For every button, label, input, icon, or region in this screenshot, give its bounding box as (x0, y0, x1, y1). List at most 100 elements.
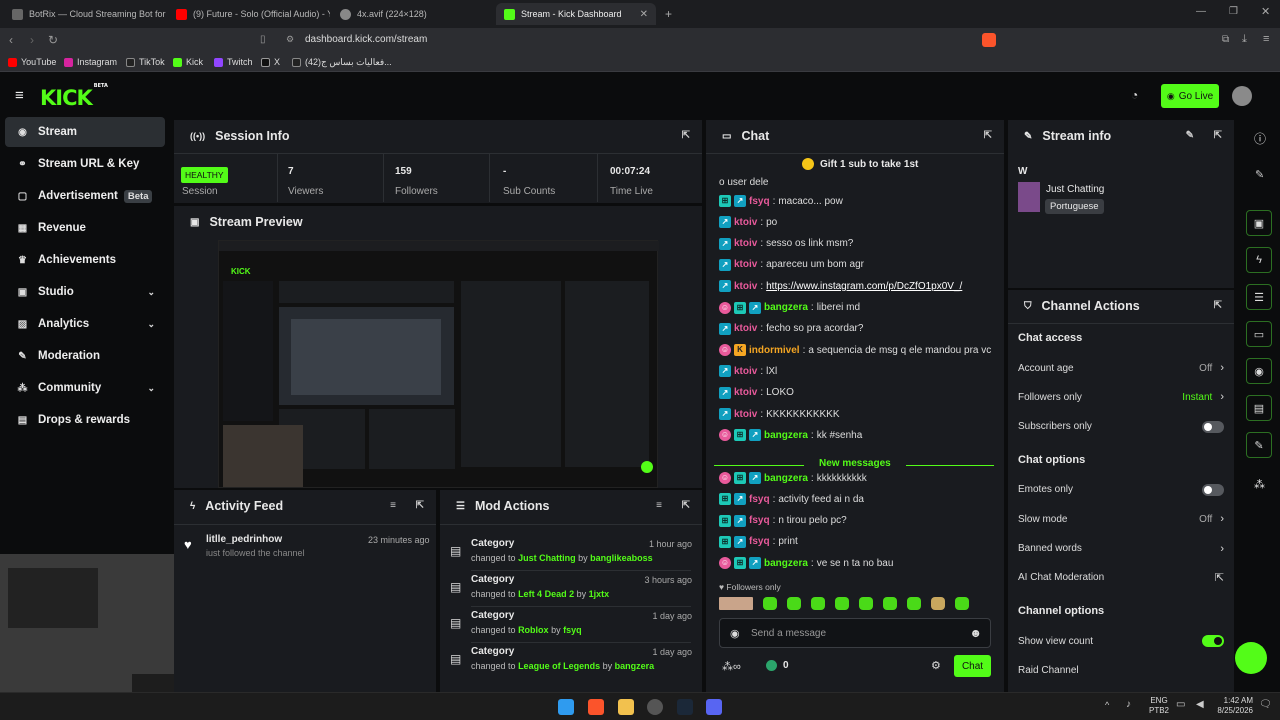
chat-username[interactable]: ktoiv (734, 409, 757, 420)
gift-sub-banner[interactable]: Gift 1 sub to take 1st (802, 158, 918, 170)
sidebar-item-community[interactable]: ⁂ Community ⌄ (5, 373, 165, 403)
notification-center-icon[interactable]: 🗨 (1259, 699, 1272, 710)
chat-username[interactable]: ktoiv (734, 238, 757, 249)
sidebar-item-studio[interactable]: ▣ Studio ⌄ (5, 277, 165, 307)
popout-icon[interactable]: ⇱ (416, 500, 424, 511)
site-info-icon[interactable]: ⚙ (286, 34, 294, 45)
category-name[interactable]: Just Chatting (1046, 184, 1104, 195)
bookmark-instagram[interactable]: Instagram (64, 57, 117, 67)
chat-username[interactable]: ktoiv (734, 217, 757, 228)
mic-icon[interactable]: ♪ (1126, 699, 1131, 710)
emote-icon[interactable] (883, 597, 897, 610)
emote-icon[interactable] (787, 597, 801, 610)
edit-icon[interactable]: ✎ (1255, 168, 1264, 181)
wrench-toggle-icon[interactable]: ✎ (1246, 432, 1272, 458)
bookmark-twitch[interactable]: Twitch (214, 57, 253, 67)
filter-icon[interactable]: ≡ (390, 500, 396, 511)
obs-icon[interactable] (647, 699, 663, 715)
filter-icon[interactable]: ≡ (656, 500, 662, 511)
chat-message[interactable]: ↗ ktoiv: po (719, 216, 777, 229)
bookmark-youtube[interactable]: YouTube (8, 57, 56, 67)
mod-toggle-icon[interactable]: ▤ (1246, 395, 1272, 421)
discord-icon[interactable] (706, 699, 722, 715)
tray-chevron-icon[interactable]: ^ (1105, 700, 1109, 710)
network-icon[interactable]: ▭ (1176, 699, 1185, 710)
setting-raid-channel[interactable]: Raid Channel (1018, 662, 1224, 678)
chat-message[interactable]: ☺ ⊞ ↗ bangzera: liberei md (719, 301, 860, 314)
sidebar-item-advertisement[interactable]: ▢ Advertisement Beta (5, 181, 165, 211)
setting-followers-only[interactable]: Followers only Instant › (1018, 389, 1224, 405)
notifications-icon[interactable]: ◔ (1131, 88, 1138, 102)
chat-message[interactable]: ☺ ⊞ ↗ bangzera: kk #senha (719, 429, 862, 442)
chat-message[interactable]: ↗ ktoiv: https://www.instagram.com/p/DcZf… (719, 280, 962, 293)
chat-input[interactable]: ◉ Send a message ☻ (719, 618, 991, 648)
bookmark-tiktok-live[interactable]: (42)فعاليات بساس ج... (292, 57, 392, 68)
bookmark-icon[interactable]: ▯ (260, 34, 266, 45)
chat-username[interactable]: fsyq (749, 196, 770, 207)
chat-username[interactable]: ktoiv (734, 281, 757, 292)
bookmark-kick[interactable]: Kick (173, 57, 203, 67)
chat-message[interactable]: ☺ Kindormivel: a sequencia de msg q ele m… (719, 344, 991, 357)
chat-username[interactable]: bangzera (764, 558, 808, 569)
chat-message[interactable]: ↗ ktoiv: fecho so pra acordar? (719, 322, 863, 335)
extensions-icon[interactable]: ⧉ (1222, 34, 1229, 45)
menu-icon[interactable]: ≡ (1263, 33, 1269, 45)
chat-message[interactable]: ☺ ⊞ ↗ bangzera: ve se n ta no bau (719, 557, 893, 570)
back-icon[interactable]: ‹ (9, 33, 13, 47)
setting-show-view-count[interactable]: Show view count (1018, 633, 1224, 649)
new-tab-icon[interactable]: + (665, 7, 672, 21)
chat-message[interactable]: ↗ ktoiv: sesso os link msm? (719, 237, 853, 250)
list-toggle-icon[interactable]: ☰ (1246, 284, 1272, 310)
setting-emotes-only[interactable]: Emotes only (1018, 482, 1224, 498)
setting-banned-words[interactable]: Banned words › (1018, 541, 1224, 557)
forward-icon[interactable]: › (30, 33, 34, 47)
popout-icon[interactable]: ⇱ (682, 500, 690, 511)
chat-username[interactable]: ktoiv (734, 323, 757, 334)
url-input[interactable]: dashboard.kick.com/stream (305, 34, 427, 45)
chat-message[interactable]: ↗ ktoiv: lXl (719, 365, 777, 378)
chat-message[interactable]: ⊞ ↗ fsyq: activity feed ai n da (719, 493, 864, 506)
sidebar-item-achievements[interactable]: ♛ Achievements (5, 245, 165, 275)
hamburger-menu-icon[interactable]: ≡ (15, 87, 24, 104)
chat-message[interactable]: ↗ ktoiv: LOKO (719, 386, 794, 399)
chat-username[interactable]: bangzera (764, 302, 808, 313)
lightning-toggle-icon[interactable]: ϟ (1246, 247, 1272, 273)
go-live-button[interactable]: ◉ Go Live (1161, 84, 1219, 108)
floating-action-button[interactable] (1235, 642, 1267, 674)
popout-icon[interactable]: ⇱ (984, 130, 992, 141)
chat-username[interactable]: bangzera (764, 473, 808, 484)
chat-message[interactable]: ⊞ ↗ fsyq: n tirou pelo pc? (719, 514, 847, 527)
avatar[interactable] (1232, 86, 1252, 106)
chat-message[interactable]: ↗ ktoiv: apareceu um bom agr (719, 258, 864, 271)
preview-toggle-icon[interactable]: ▣ (1246, 210, 1272, 236)
community-icon[interactable]: ⁂ (1254, 478, 1265, 491)
clock[interactable]: 1:42 AM 8/25/2026 (1213, 696, 1253, 716)
popout-icon[interactable]: ⇱ (1214, 300, 1222, 311)
chat-username[interactable]: indormivel (749, 345, 800, 356)
popout-icon[interactable]: ⇱ (682, 130, 690, 141)
download-icon[interactable]: ⤓ (1242, 33, 1247, 46)
chat-message[interactable]: ⊞ ↗ fsyq: macaco... pow (719, 195, 843, 207)
setting-account-age[interactable]: Account age Off › (1018, 360, 1224, 376)
sidebar-item-stream-url-key[interactable]: ⚭ Stream URL & Key (5, 149, 165, 179)
toggle-switch[interactable] (1202, 420, 1224, 433)
loyalty-points-icon[interactable]: ⁂∞ (722, 660, 741, 673)
kick-logo[interactable]: KICK BETA (40, 83, 108, 110)
chat-message[interactable]: ☺ ⊞ ↗ bangzera: kkkkkkkkkk (719, 472, 867, 484)
toggle-switch[interactable] (1202, 635, 1224, 648)
chat-username[interactable]: fsyq (749, 494, 770, 505)
chat-message[interactable]: ⊞ ↗ fsyq: print (719, 535, 798, 548)
close-window-icon[interactable]: ✕ (1261, 5, 1270, 18)
toggle-switch[interactable] (1202, 483, 1224, 496)
sidebar-item-stream[interactable]: ◉ Stream (5, 117, 165, 147)
emote-icon[interactable] (719, 597, 753, 610)
bookmark-x[interactable]: X (261, 57, 280, 67)
close-tab-icon[interactable]: ✕ (640, 9, 648, 20)
chat-username[interactable]: ktoiv (734, 366, 757, 377)
sidebar-item-moderation[interactable]: ✎ Moderation (5, 341, 165, 371)
setting-ai-chat-moderation[interactable]: AI Chat Moderation ⇱ (1018, 570, 1224, 586)
new-messages-divider[interactable]: New messages (714, 458, 994, 472)
reload-icon[interactable]: ↻ (48, 33, 58, 47)
stream-preview-video[interactable]: KICK (218, 240, 659, 488)
chat-username[interactable]: fsyq (749, 515, 770, 526)
